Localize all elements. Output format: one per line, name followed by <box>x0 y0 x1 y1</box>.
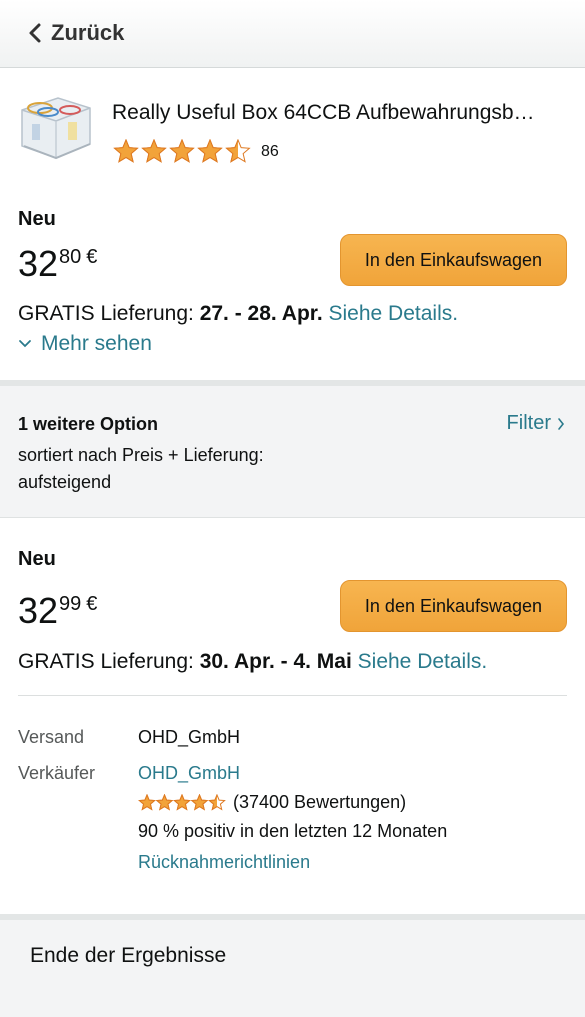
options-bar: 1 weitere Option sortiert nach Preis + L… <box>0 386 585 518</box>
price-currency: € <box>86 246 98 268</box>
shipping-value: OHD_GmbH <box>138 727 241 747</box>
price-fraction: 80 <box>59 246 82 268</box>
star-rating-icon <box>138 793 226 811</box>
condition-label: Neu <box>18 548 56 570</box>
back-button[interactable]: Zurück <box>28 18 124 48</box>
return-policy-link[interactable]: Rücknahmerichtlinien <box>138 852 310 873</box>
star-fill <box>138 793 156 811</box>
delivery-prefix: GRATIS Lieferung: <box>18 302 200 325</box>
seller-label: Verkäufer <box>18 763 96 783</box>
condition-label: Neu <box>18 208 56 230</box>
divider <box>18 695 567 696</box>
product-summary: Really Useful Box 64CCB Aufbewahrungsb… … <box>0 68 585 380</box>
star-fill <box>190 793 209 811</box>
see-more-label: Mehr sehen <box>41 332 152 355</box>
delivery-info: GRATIS Lieferung: 27. - 28. Apr. Siehe D… <box>18 302 458 326</box>
price-currency: € <box>86 593 98 615</box>
delivery-info: GRATIS Lieferung: 30. Apr. - 4. Mai Sieh… <box>18 650 487 674</box>
see-more-link[interactable]: Mehr sehen <box>18 332 152 356</box>
delivery-prefix: GRATIS Lieferung: <box>18 650 200 673</box>
delivery-date: 27. - 28. Apr. <box>199 302 323 325</box>
price: 32 80 € <box>18 246 97 282</box>
price-whole: 32 <box>18 590 59 631</box>
star-fill <box>173 793 191 811</box>
back-label: Zurück <box>51 20 125 45</box>
seller-link[interactable]: OHD_GmbH <box>138 763 240 784</box>
end-of-results-text: Ende der Ergebnisse <box>30 944 227 967</box>
price-whole: 32 <box>18 243 59 284</box>
add-to-cart-button[interactable]: In den Einkaufswagen <box>340 580 567 632</box>
details-link[interactable]: Siehe Details. <box>329 302 459 325</box>
options-title: 1 weitere Option <box>18 414 159 434</box>
seller-ratings-count: (37400 Bewertungen) <box>233 792 407 812</box>
results-end: Ende der Ergebnisse <box>0 920 585 1017</box>
shipping-label: Versand <box>18 727 85 747</box>
delivery-date: 30. Apr. - 4. Mai <box>199 650 352 673</box>
product-title[interactable]: Really Useful Box 64CCB Aufbewahrungsb… <box>112 101 568 125</box>
chevron-left-icon <box>29 23 41 43</box>
product-rating[interactable]: 86 <box>113 139 279 165</box>
chevron-down-icon <box>19 340 31 348</box>
top-nav-bar: Zurück <box>0 0 585 68</box>
details-link[interactable]: Siehe Details. <box>358 650 488 673</box>
storage-box-image[interactable] <box>18 88 92 160</box>
star-fill <box>155 793 174 811</box>
seller-positive-text: 90 % positiv in den letzten 12 Monaten <box>138 821 448 841</box>
price-fraction: 99 <box>59 593 82 615</box>
star-fill <box>141 139 167 163</box>
add-to-cart-button[interactable]: In den Einkaufswagen <box>340 234 567 286</box>
rating-count: 86 <box>261 143 279 160</box>
price: 32 99 € <box>18 593 97 629</box>
star-rating-icon <box>113 139 251 163</box>
star-fill <box>113 139 139 163</box>
star-fill <box>197 139 223 163</box>
offer-card: Neu 32 99 € In den Einkaufswagen GRATIS … <box>0 519 585 914</box>
seller-rating: (37400 Bewertungen) <box>138 792 406 813</box>
chevron-right-icon <box>558 417 565 430</box>
filter-label: Filter <box>506 412 551 434</box>
filter-button[interactable]: Filter <box>507 412 565 435</box>
star-fill <box>169 139 195 163</box>
sort-description: sortiert nach Preis + Lieferung: aufstei… <box>18 445 264 492</box>
